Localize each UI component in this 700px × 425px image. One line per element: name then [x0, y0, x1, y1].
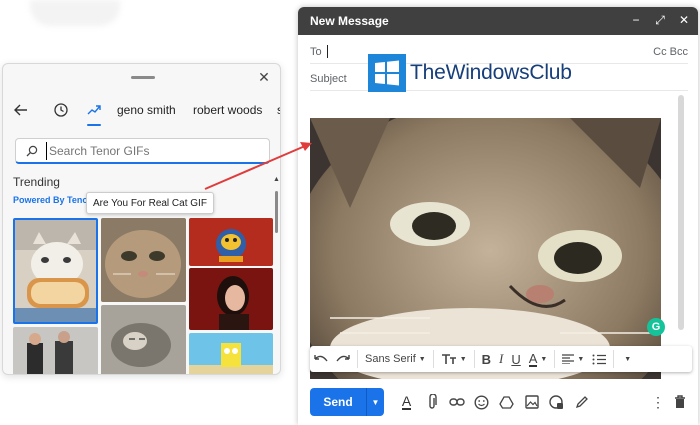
compose-header: New Message − ⤢ ✕: [298, 7, 698, 35]
tab-geno-smith[interactable]: geno smith: [117, 103, 176, 117]
toolbar-divider: [357, 350, 358, 368]
watermark-logo: TheWindowsClub: [368, 54, 572, 92]
grammarly-icon[interactable]: G: [647, 318, 665, 336]
drive-icon[interactable]: [494, 388, 519, 416]
gif-thumbnail[interactable]: [13, 327, 98, 374]
cc-bcc-link[interactable]: Cc Bcc: [653, 46, 688, 58]
numbered-list-icon[interactable]: [588, 346, 610, 372]
gif-thumbnail[interactable]: [189, 333, 273, 374]
text-color-select[interactable]: A ▼: [525, 346, 552, 372]
gif-tooltip: Are You For Real Cat GIF: [86, 192, 214, 214]
back-icon[interactable]: [11, 100, 31, 120]
gif-grid: [13, 218, 273, 374]
section-title: Trending: [13, 175, 60, 189]
body-scrollbar[interactable]: [678, 95, 684, 330]
link-icon[interactable]: [444, 388, 469, 416]
trending-icon[interactable]: [84, 100, 104, 120]
gif-thumbnail[interactable]: [101, 305, 186, 374]
gif-nav-bar: geno smith robert woods s: [3, 98, 280, 126]
caret-down-icon: ▼: [577, 355, 585, 363]
caret-down-icon: ▼: [418, 355, 426, 363]
minimize-icon[interactable]: −: [630, 13, 642, 27]
search-input[interactable]: [46, 142, 261, 160]
send-options-icon[interactable]: ▼: [366, 388, 384, 416]
toolbar-divider: [473, 350, 475, 368]
gif-thumbnail[interactable]: [189, 218, 273, 266]
caret-down-icon: ▼: [540, 355, 548, 363]
close-icon[interactable]: ✕: [256, 69, 272, 85]
inserted-cat-gif[interactable]: [310, 118, 661, 379]
delete-icon[interactable]: [667, 388, 692, 416]
watermark-text: TheWindowsClub: [410, 61, 572, 84]
expand-icon[interactable]: ⤢: [654, 13, 666, 27]
compose-footer: Send ▼ A ⋮: [310, 387, 692, 417]
text-size-icon: [441, 354, 456, 364]
attach-icon[interactable]: [419, 388, 444, 416]
formatting-options-icon[interactable]: A: [394, 388, 419, 416]
windows-logo-icon: [368, 54, 406, 92]
gif-thumbnail[interactable]: [101, 218, 186, 302]
text-color-icon: A: [528, 350, 538, 367]
redo-icon[interactable]: [332, 346, 354, 372]
compose-window: New Message − ⤢ ✕ To Cc Bcc Subject TheW…: [298, 7, 698, 425]
subject-label: Subject: [310, 73, 347, 85]
confidential-mode-icon[interactable]: [544, 388, 569, 416]
tab-partial[interactable]: s: [277, 103, 280, 117]
bold-icon[interactable]: B: [478, 346, 495, 372]
send-button[interactable]: Send: [310, 388, 366, 416]
align-select[interactable]: ▼: [558, 346, 588, 372]
align-icon: [562, 354, 575, 364]
panel-scrollbar[interactable]: ▲: [273, 176, 280, 374]
scroll-thumb[interactable]: [275, 191, 278, 233]
scroll-up-icon[interactable]: ▲: [273, 176, 280, 183]
formatting-toolbar: Sans Serif ▼ ▼ B I U A ▼ ▼ ▼: [310, 346, 692, 372]
font-label: Sans Serif: [365, 353, 416, 365]
text-size-select[interactable]: ▼: [437, 346, 471, 372]
search-icon: [26, 144, 38, 162]
to-label: To: [310, 46, 322, 58]
more-formatting-icon[interactable]: ▼: [617, 346, 635, 372]
active-tab-indicator: [87, 124, 101, 126]
powered-by-link[interactable]: Powered By Tenor: [13, 195, 91, 205]
compose-title: New Message: [310, 14, 389, 28]
gif-thumbnail[interactable]: [189, 268, 273, 330]
caret-down-icon: ▼: [459, 355, 467, 363]
photo-icon[interactable]: [519, 388, 544, 416]
drag-handle[interactable]: [131, 76, 155, 79]
signature-icon[interactable]: [569, 388, 594, 416]
text-cursor: [327, 45, 328, 58]
toolbar-divider: [554, 350, 556, 368]
caret-down-icon: ▼: [624, 355, 632, 363]
toolbar-divider: [432, 350, 434, 368]
recent-icon[interactable]: [51, 100, 71, 120]
more-options-icon[interactable]: ⋮: [649, 388, 667, 416]
underline-icon[interactable]: U: [507, 346, 524, 372]
undo-icon[interactable]: [310, 346, 332, 372]
tab-robert-woods[interactable]: robert woods: [193, 103, 262, 117]
font-select[interactable]: Sans Serif ▼: [361, 346, 430, 372]
close-icon[interactable]: ✕: [678, 13, 690, 27]
italic-icon[interactable]: I: [495, 346, 507, 372]
gif-thumbnail[interactable]: [13, 218, 98, 324]
toolbar-divider: [613, 350, 615, 368]
gif-search-box[interactable]: [15, 138, 270, 164]
background-shape: [30, 0, 120, 26]
emoji-icon[interactable]: [469, 388, 494, 416]
gif-picker-panel: ✕ geno smith robert woods s Trending Pow…: [2, 63, 281, 375]
